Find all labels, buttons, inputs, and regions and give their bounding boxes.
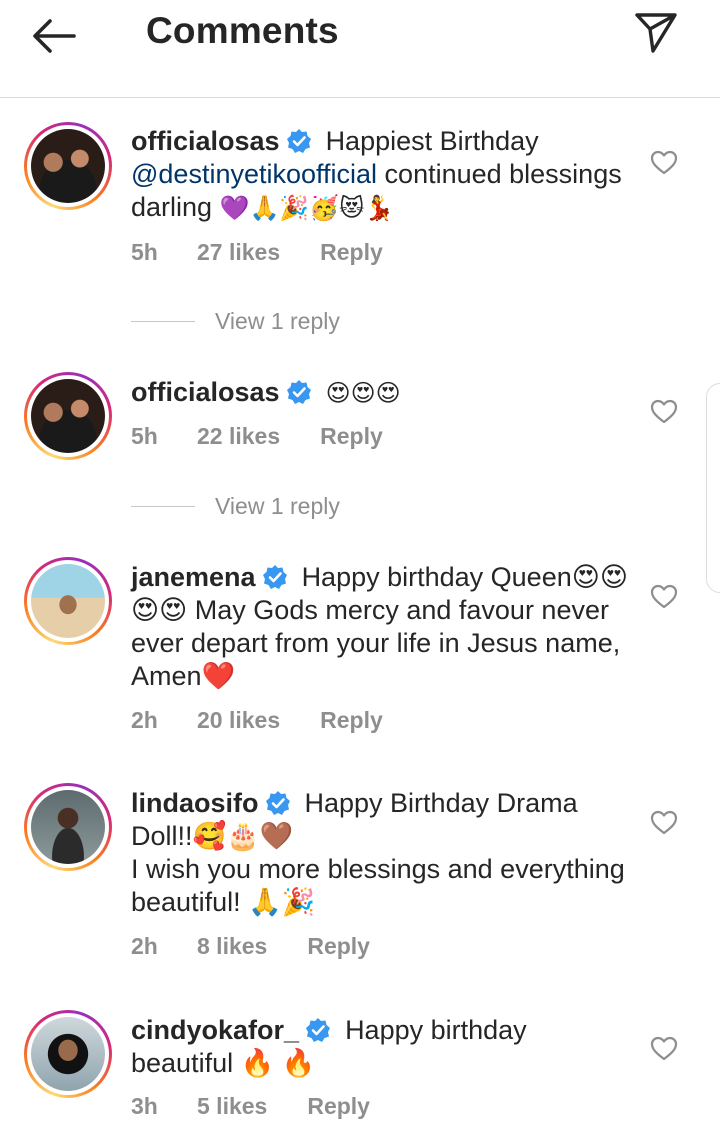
comment-emojis: 😍😍😍 [325, 379, 401, 407]
comment-username[interactable]: officialosas [131, 377, 280, 407]
avatar[interactable] [24, 372, 112, 460]
reply-button[interactable]: Reply [320, 707, 383, 734]
verified-badge-icon [286, 380, 311, 404]
reply-button[interactable]: Reply [320, 423, 383, 450]
comment-time: 2h [131, 707, 158, 733]
comment-text: officialosas Happiest Birthday @destinyet… [131, 125, 631, 225]
likes-count[interactable]: 8 likes [197, 933, 267, 960]
verified-badge-icon [265, 791, 290, 815]
comment-time: 5h [131, 423, 158, 449]
avatar-photo [31, 564, 105, 638]
comment-meta: 2h 20 likes Reply [131, 707, 383, 734]
page-title: Comments [146, 10, 339, 51]
view-replies-label: View 1 reply [215, 307, 340, 334]
comment-meta: 2h 8 likes Reply [131, 933, 370, 960]
divider [131, 505, 195, 507]
comment-body: Happiest Birthday [325, 126, 539, 156]
likes-count[interactable]: 27 likes [197, 239, 280, 266]
comment-meta: 3h 5 likes Reply [131, 1093, 370, 1120]
comment-meta: 5h 27 likes Reply [131, 239, 383, 266]
comment-username[interactable]: cindyokafor_ [131, 1015, 299, 1045]
verified-badge-icon [306, 1018, 331, 1042]
side-edge-panel[interactable] [706, 383, 720, 593]
avatar[interactable] [24, 1010, 112, 1098]
comment-text: lindaosifo Happy Birthday Drama Doll!!🥰🎂🤎… [131, 787, 631, 919]
comment-body-line2: I wish you more blessings and everything… [131, 854, 625, 917]
avatar-photo [31, 379, 105, 453]
comment-time: 5h [131, 239, 158, 265]
divider [131, 320, 195, 322]
direct-send-icon [635, 13, 677, 53]
likes-count[interactable]: 22 likes [197, 423, 280, 450]
reply-button[interactable]: Reply [320, 239, 383, 266]
avatar[interactable] [24, 557, 112, 645]
like-heart-icon[interactable] [650, 398, 678, 426]
comment-text: janemena Happy birthday Queen😍😍😍😍 May God… [131, 561, 631, 693]
reply-button[interactable]: Reply [307, 1093, 370, 1120]
back-button[interactable] [22, 12, 86, 60]
comment-username[interactable]: lindaosifo [131, 788, 259, 818]
comment-username[interactable]: janemena [131, 562, 256, 592]
avatar-photo [31, 790, 105, 864]
comment-meta: 5h 22 likes Reply [131, 423, 383, 450]
likes-count[interactable]: 5 likes [197, 1093, 267, 1120]
comment-time: 2h [131, 933, 158, 959]
view-replies-button[interactable]: View 1 reply [131, 491, 340, 521]
comment-time: 3h [131, 1093, 158, 1119]
comment-username[interactable]: officialosas [131, 126, 280, 156]
top-bar: Comments [0, 0, 720, 98]
like-heart-icon[interactable] [650, 583, 678, 611]
verified-badge-icon [286, 129, 311, 153]
comment-emojis: 💜🙏🎉🥳😻💃 [219, 194, 394, 222]
like-heart-icon[interactable] [650, 149, 678, 177]
comment-text: cindyokafor_ Happy birthday beautiful 🔥 🔥 [131, 1014, 631, 1080]
avatar-photo [31, 129, 105, 203]
likes-count[interactable]: 20 likes [197, 707, 280, 734]
avatar-photo [31, 1017, 105, 1091]
view-replies-label: View 1 reply [215, 492, 340, 519]
reply-button[interactable]: Reply [307, 933, 370, 960]
back-arrow-icon [33, 19, 76, 53]
avatar[interactable] [24, 122, 112, 210]
like-heart-icon[interactable] [650, 809, 678, 837]
comment-text: officialosas 😍😍😍 [131, 376, 631, 410]
avatar[interactable] [24, 783, 112, 871]
view-replies-button[interactable]: View 1 reply [131, 306, 340, 336]
verified-badge-icon [262, 565, 287, 589]
mention-link[interactable]: @destinyetikoofficial [131, 159, 377, 189]
like-heart-icon[interactable] [650, 1035, 678, 1063]
share-button[interactable] [628, 6, 684, 58]
